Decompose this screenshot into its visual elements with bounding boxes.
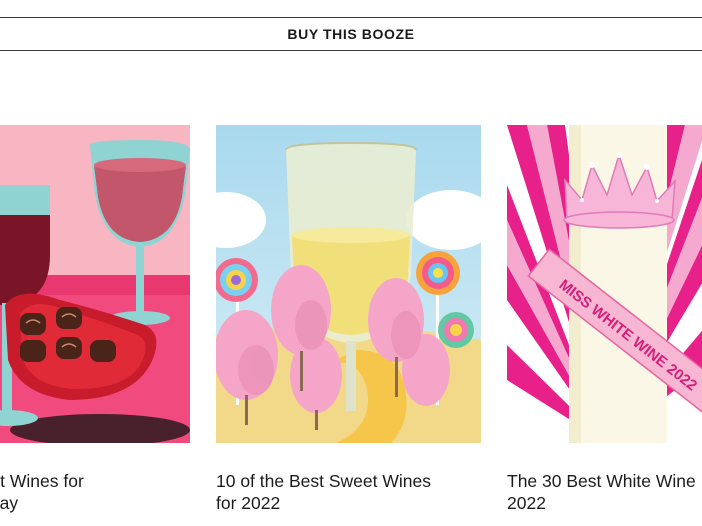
article-title[interactable]: 10 of the Best Sweet Wines for 2022 [216,470,486,514]
buy-this-booze-button[interactable]: BUY THIS BOOZE [0,17,702,51]
sweet-wine-candyland-image[interactable] [216,125,481,443]
article-title[interactable]: The 30 Best White Wine 2022 [507,470,702,514]
miss-white-wine-image[interactable]: MISS WHITE WINE 2022 [507,125,702,443]
wine-and-chocolates-image[interactable] [0,125,190,443]
article-title[interactable]: Best Wines for 's Day [0,470,170,514]
buy-this-booze-label: BUY THIS BOOZE [287,26,415,42]
